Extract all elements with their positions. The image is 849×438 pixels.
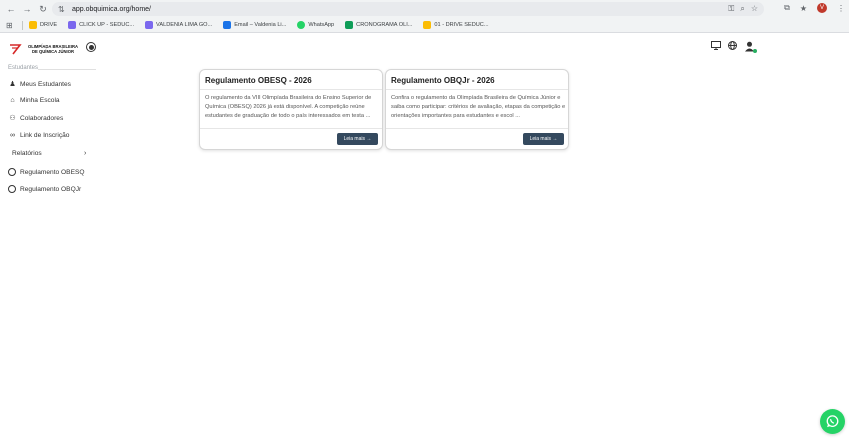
card-body: Confira o regulamento da Olimpíada Brasi…	[391, 95, 566, 119]
card-divider	[200, 89, 382, 90]
bookmark-item[interactable]: WhatsApp	[297, 21, 334, 29]
section-divider	[38, 69, 96, 70]
bookmarks-icon[interactable]: ★	[800, 4, 807, 13]
online-status-badge	[753, 49, 757, 53]
bookmark-star-icon[interactable]: ☆	[751, 4, 758, 14]
read-more-button[interactable]: Leia mais →	[337, 133, 378, 145]
bookmark-item[interactable]: 01 - DRIVE SEDUC...	[423, 21, 489, 29]
forward-icon[interactable]: →	[21, 3, 33, 15]
sidebar-item-regulamento-obqjr[interactable]: Regulamento OBQJr	[8, 185, 81, 193]
bookmarks-separator	[22, 20, 23, 30]
whatsapp-icon	[826, 415, 839, 428]
extensions-icon[interactable]: ⧉	[784, 3, 790, 13]
graduate-icon: ♟	[9, 81, 16, 88]
monitor-icon[interactable]	[711, 41, 721, 52]
chevron-right-icon[interactable]: ›	[84, 150, 86, 157]
sidebar-section-title: Estudantes	[8, 65, 39, 71]
sidebar-item-colaboradores[interactable]: ⚇ Colaboradores	[8, 114, 63, 123]
sheets-icon	[345, 21, 354, 29]
bookmark-item[interactable]: DRIVE	[29, 21, 57, 29]
site-info-icon[interactable]: ⇅	[58, 5, 68, 14]
school-icon: ⌂	[10, 97, 15, 104]
card-body: O regulamento da VIII Olimpíada Brasilei…	[205, 95, 372, 119]
apps-icon[interactable]: ⊞	[6, 21, 16, 30]
news-card: Regulamento OBESQ - 2026 O regulamento d…	[199, 69, 383, 150]
card-divider	[386, 89, 568, 90]
clickup-icon	[145, 21, 154, 29]
sidebar-item-regulamento-obesq[interactable]: Regulamento OBESQ	[8, 168, 85, 176]
news-card: Regulamento OBQJr - 2026 Confira o regul…	[385, 69, 569, 150]
users-icon: ⚇	[9, 115, 16, 122]
browser-toolbar: ← → ↻ ⇅ app.obquimica.org/home/ ⚿ ⌕ ☆ ⧉ …	[0, 0, 849, 18]
sidebar-item-meus-estudantes[interactable]: ♟ Meus Estudantes	[8, 80, 71, 89]
bookmark-item[interactable]: CLICK UP - SEDUC...	[68, 21, 134, 29]
bookmark-item[interactable]: CRONOGRAMA OLI...	[345, 21, 412, 29]
bookmark-item[interactable]: VALDENIA LIMA GO...	[145, 21, 212, 29]
reload-icon[interactable]: ↻	[37, 3, 49, 15]
sidebar-item-minha-escola[interactable]: ⌂ Minha Escola	[8, 97, 59, 104]
key-icon[interactable]: ⚿	[728, 4, 734, 14]
clickup-icon	[68, 21, 77, 29]
card-divider	[200, 128, 382, 129]
mail-icon	[223, 21, 232, 29]
zoom-icon[interactable]: ⌕	[740, 4, 744, 14]
bookmark-item[interactable]: Email – Valdenia Li...	[223, 21, 286, 29]
drive-icon	[423, 21, 432, 29]
whatsapp-icon	[297, 21, 306, 29]
address-bar[interactable]: ⇅ app.obquimica.org/home/ ⚿ ⌕ ☆	[52, 2, 764, 16]
logo-icon	[10, 44, 22, 55]
menu-icon[interactable]: ⋮	[837, 4, 845, 13]
link-icon: ∞	[10, 132, 15, 139]
profile-avatar[interactable]: V	[817, 3, 827, 13]
globe-icon[interactable]	[728, 41, 737, 52]
circle-icon	[8, 168, 16, 176]
url-text[interactable]: app.obquimica.org/home/	[72, 6, 151, 13]
circle-icon	[8, 185, 16, 193]
card-divider	[386, 128, 568, 129]
theme-toggle-icon[interactable]	[86, 42, 96, 52]
user-icon[interactable]	[744, 41, 757, 53]
back-icon[interactable]: ←	[5, 3, 17, 15]
whatsapp-button[interactable]	[820, 409, 845, 434]
sidebar-item-link-inscricao[interactable]: ∞ Link de Inscrição	[8, 132, 69, 139]
card-title: Regulamento OBESQ - 2026	[205, 76, 312, 85]
read-more-button[interactable]: Leia mais →	[523, 133, 564, 145]
sidebar-item-relatorios[interactable]: Relatórios	[12, 150, 42, 157]
drive-icon	[29, 21, 37, 29]
header-actions	[711, 41, 757, 53]
bookmarks-bar: ⊞ DRIVE CLICK UP - SEDUC... VALDENIA LIM…	[0, 18, 849, 33]
logo-text: OLIMPÍADA BRASILEIRA DE QUÍMICA JÚNIOR	[27, 44, 79, 54]
card-title: Regulamento OBQJr - 2026	[391, 76, 495, 85]
brand-logo[interactable]: OLIMPÍADA BRASILEIRA DE QUÍMICA JÚNIOR	[8, 42, 81, 56]
